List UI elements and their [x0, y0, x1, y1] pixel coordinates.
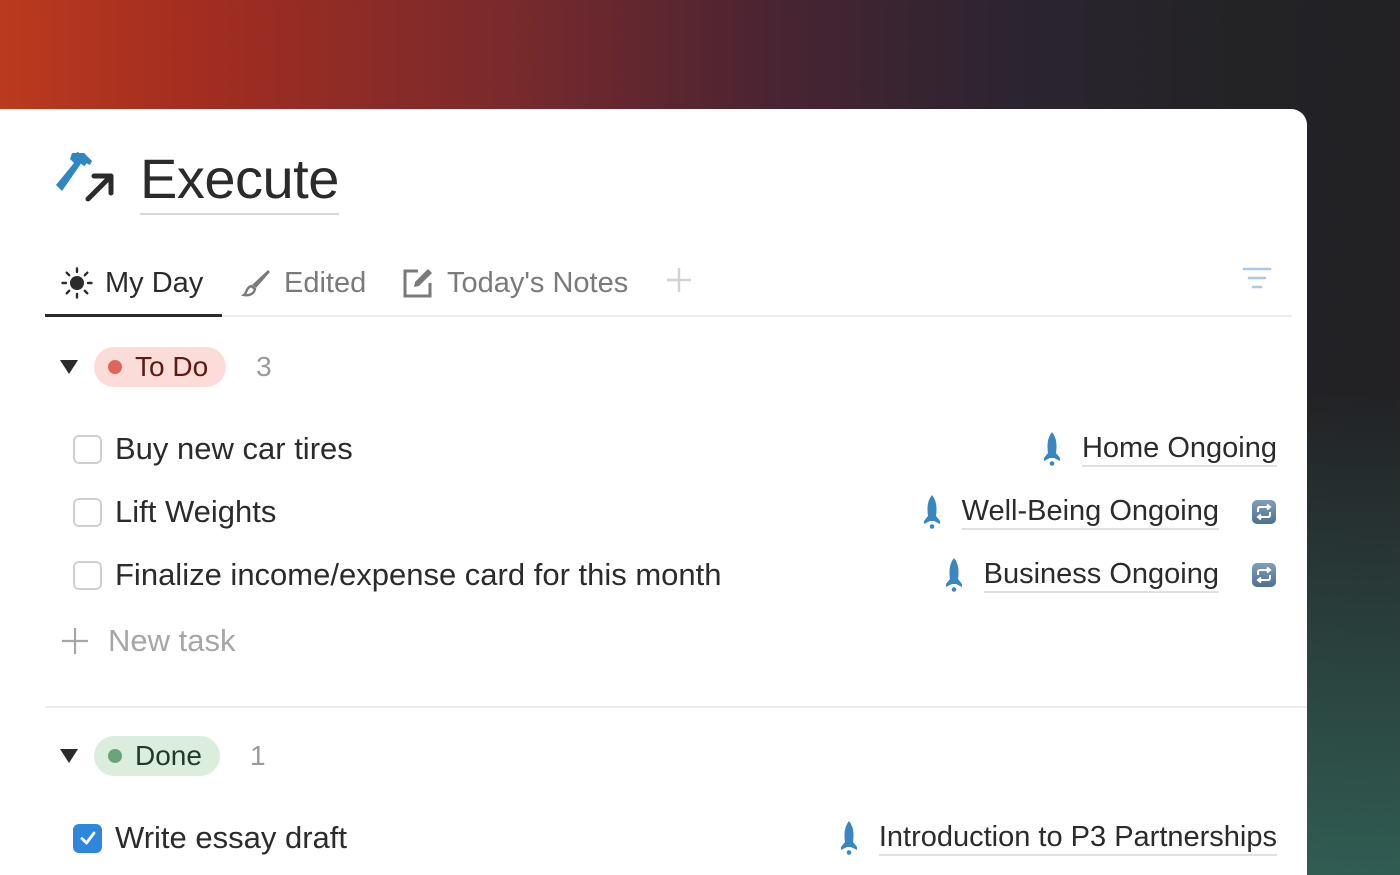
edit-note-icon [401, 266, 435, 300]
status-label: Done [135, 740, 202, 771]
tab-label: Edited [284, 266, 367, 299]
status-label: To Do [135, 351, 209, 382]
app-window: Execute My Day Edited Today's Notes To D… [0, 109, 1307, 875]
view-tabs: My Day Edited Today's Notes [45, 249, 1292, 317]
project-link[interactable]: Well-Being Ongoing [961, 494, 1219, 530]
task-project: Well-Being Ongoing [920, 490, 1277, 534]
page-title[interactable]: Execute [140, 149, 339, 215]
task-row: Lift Weights Well-Being Ongoing [73, 490, 1277, 534]
paintbrush-icon [240, 267, 272, 299]
task-project: Introduction to P3 Partnerships [837, 816, 1277, 860]
task-title[interactable]: Write essay draft [115, 820, 347, 856]
filter-icon[interactable] [1242, 263, 1272, 293]
task-checkbox[interactable] [73, 497, 102, 527]
collapse-toggle-icon[interactable] [60, 359, 78, 375]
tab-todays-notes[interactable]: Today's Notes [401, 249, 628, 317]
new-task-button[interactable]: New task [60, 621, 235, 661]
tab-label: Today's Notes [447, 266, 629, 299]
active-tab-indicator [45, 314, 222, 317]
collapse-toggle-icon[interactable] [60, 748, 78, 764]
tab-edited[interactable]: Edited [240, 249, 366, 317]
project-link[interactable]: Introduction to P3 Partnerships [878, 820, 1277, 856]
task-project: Home Ongoing [1040, 427, 1277, 471]
group-count: 3 [256, 351, 272, 382]
task-project: Business Ongoing [942, 553, 1277, 597]
checkmark-icon [80, 831, 95, 845]
group-count: 1 [249, 740, 266, 771]
task-title[interactable]: Buy new car tires [115, 431, 353, 467]
group-header-todo: To Do 3 [60, 347, 272, 387]
task-row: Buy new car tires Home Ongoing [73, 427, 1277, 471]
rocket-icon [923, 495, 940, 529]
task-title[interactable]: Lift Weights [115, 494, 276, 530]
task-checkbox[interactable] [73, 823, 102, 853]
tab-label: My Day [105, 266, 204, 299]
rocket-icon [840, 821, 857, 855]
task-checkbox[interactable] [73, 560, 102, 590]
status-dot [108, 360, 122, 374]
status-badge-done: Done [94, 736, 220, 776]
plus-icon[interactable] [663, 259, 695, 299]
status-badge-todo: To Do [94, 347, 227, 387]
tab-my-day[interactable]: My Day [61, 249, 203, 317]
status-dot [108, 749, 122, 763]
group-header-done: Done 1 [60, 736, 266, 776]
plus-icon [62, 628, 88, 654]
sun-icon [61, 267, 93, 299]
group-divider [45, 706, 1307, 708]
project-link[interactable]: Home Ongoing [1081, 431, 1277, 467]
page-header: Execute [52, 149, 339, 215]
task-checkbox[interactable] [73, 434, 102, 464]
task-row: Finalize income/expense card for this mo… [73, 553, 1277, 597]
rocket-icon [1043, 432, 1060, 466]
repeat-icon [1252, 500, 1276, 524]
task-title[interactable]: Finalize income/expense card for this mo… [115, 557, 722, 593]
task-row: Write essay draft Introduction to P3 Par… [73, 816, 1277, 860]
repeat-icon [1252, 563, 1276, 587]
rocket-icon [945, 558, 962, 592]
project-link[interactable]: Business Ongoing [983, 557, 1219, 593]
hammer-arrow-icon [56, 151, 114, 202]
new-task-label: New task [108, 623, 236, 658]
